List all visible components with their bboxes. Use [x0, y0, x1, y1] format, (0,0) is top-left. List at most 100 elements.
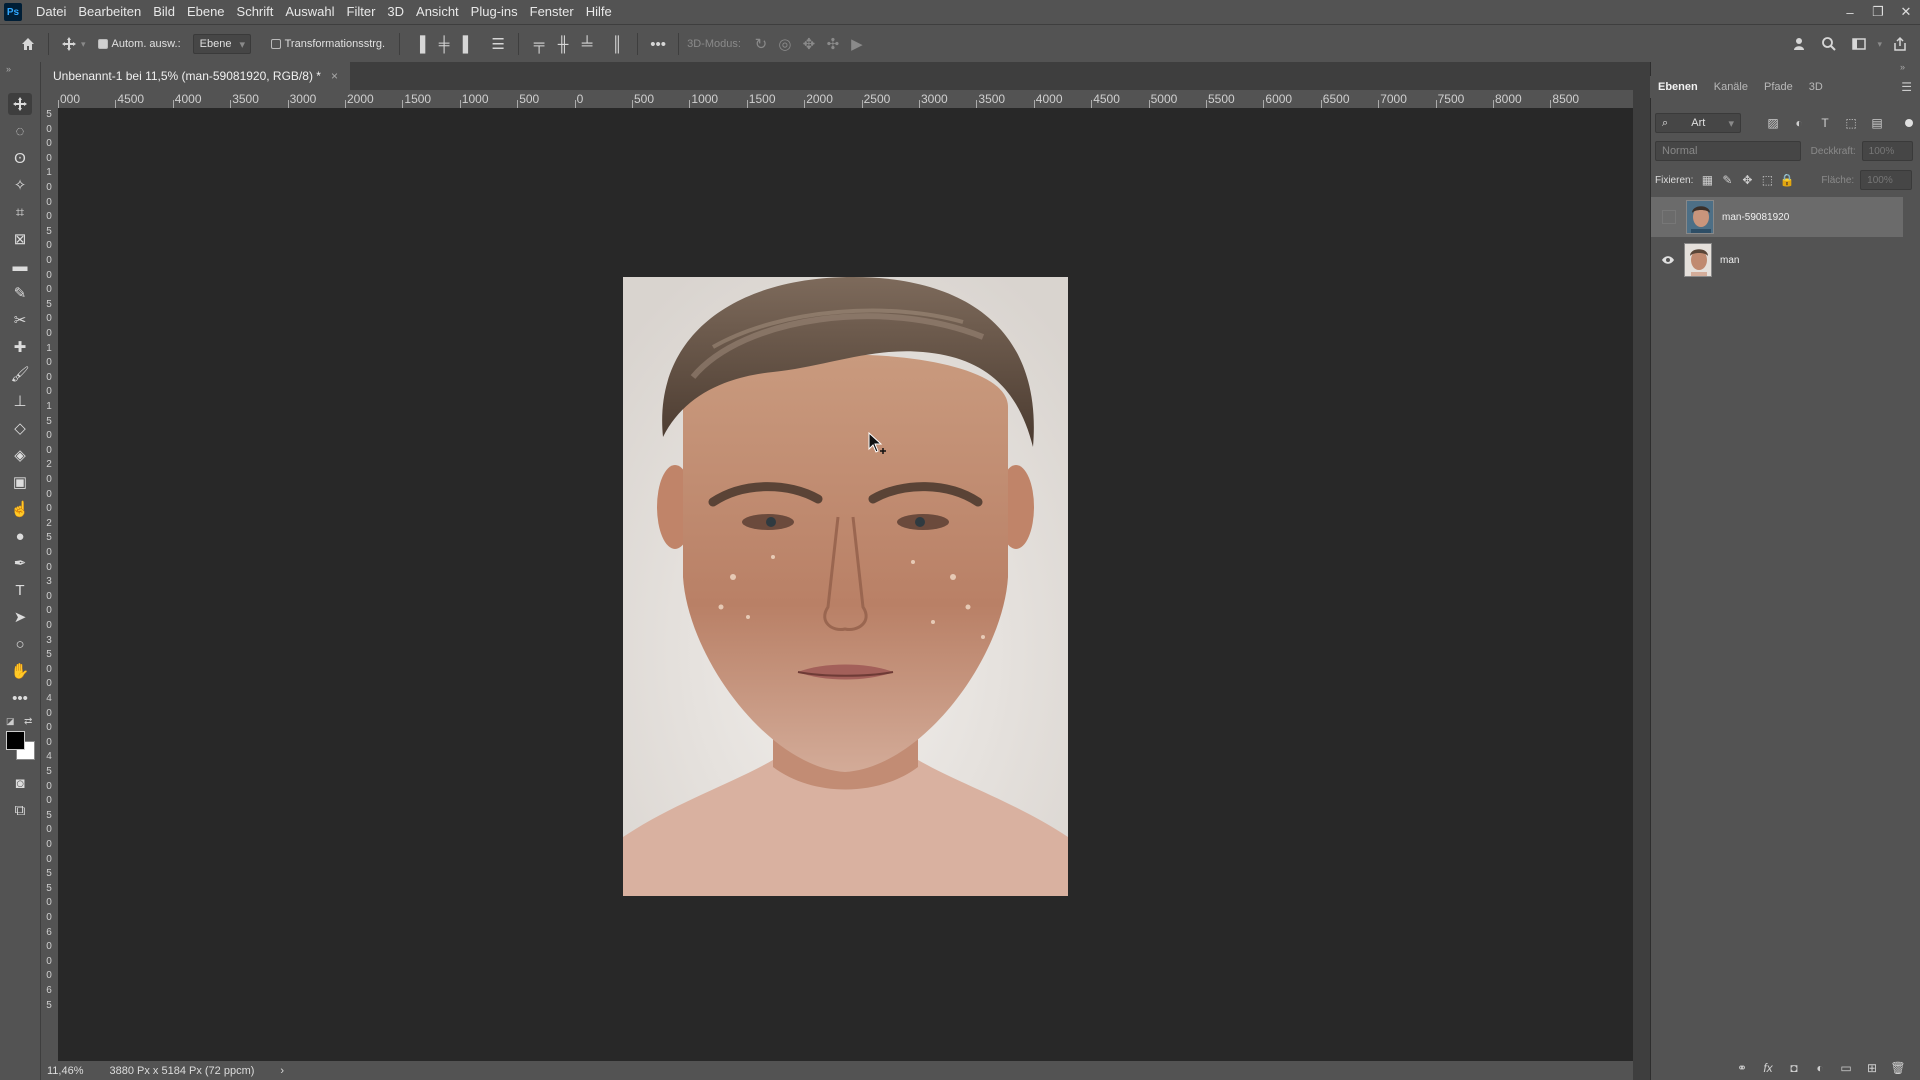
panel-menu-icon[interactable]: ☰: [1901, 80, 1912, 94]
3d-slide-icon[interactable]: ✣: [821, 32, 845, 56]
menu-plugins[interactable]: Plug-ins: [465, 0, 524, 24]
menu-ebene[interactable]: Ebene: [181, 0, 231, 24]
tab-ebenen[interactable]: Ebenen: [1650, 76, 1706, 98]
stamp-tool-icon[interactable]: ⊥: [8, 390, 32, 412]
align-left-icon[interactable]: ▐: [408, 32, 432, 56]
pen-tool-icon[interactable]: ✒: [8, 552, 32, 574]
move-tool-icon[interactable]: [8, 93, 32, 115]
menu-datei[interactable]: Datei: [30, 0, 72, 24]
add-mask-icon[interactable]: ◘: [1784, 1061, 1804, 1075]
lock-position-icon[interactable]: ✥: [1737, 173, 1757, 187]
quick-mask-icon[interactable]: ◙: [8, 772, 32, 794]
menu-3d[interactable]: 3D: [381, 0, 410, 24]
layer-name[interactable]: man: [1720, 255, 1739, 266]
close-tab-icon[interactable]: ×: [331, 69, 338, 83]
tab-pfade[interactable]: Pfade: [1756, 76, 1801, 98]
align-top-icon[interactable]: ╤: [527, 32, 551, 56]
3d-pan-icon[interactable]: ✥: [797, 32, 821, 56]
menu-schrift[interactable]: Schrift: [231, 0, 280, 24]
close-button[interactable]: ✕: [1892, 0, 1920, 24]
eyedropper-tool-icon[interactable]: ✎: [8, 282, 32, 304]
auto-select-checkbox[interactable]: [97, 39, 108, 49]
minimize-button[interactable]: –: [1836, 0, 1864, 24]
filter-kind-dropdown[interactable]: ⌕ Art ▾: [1655, 113, 1741, 133]
align-right-icon[interactable]: ▌: [456, 32, 480, 56]
menu-filter[interactable]: Filter: [341, 0, 382, 24]
move-tool-preset-icon[interactable]: [57, 32, 81, 56]
layer-row-man[interactable]: man: [1651, 240, 1903, 280]
status-arrow-icon[interactable]: ›: [280, 1065, 284, 1077]
eraser-tool-icon[interactable]: ◇: [8, 417, 32, 439]
share-icon[interactable]: [1888, 32, 1912, 56]
type-tool-icon[interactable]: T: [8, 579, 32, 601]
swap-colors-icon[interactable]: ⇄: [24, 716, 32, 727]
menu-ansicht[interactable]: Ansicht: [410, 0, 465, 24]
filter-pixel-icon[interactable]: ▨: [1763, 116, 1783, 130]
foreground-color-swatch[interactable]: [6, 731, 25, 750]
lasso-tool-icon[interactable]: ʘ: [8, 147, 32, 169]
fill-field[interactable]: 100%: [1860, 170, 1913, 190]
panel-collapse-icon[interactable]: »: [1900, 62, 1905, 72]
menu-bearbeiten[interactable]: Bearbeiten: [72, 0, 147, 24]
align-center-h-icon[interactable]: ╪: [432, 32, 456, 56]
magic-wand-tool-icon[interactable]: ✧: [8, 174, 32, 196]
fx-icon[interactable]: fx: [1758, 1061, 1778, 1075]
visibility-toggle-off[interactable]: [1662, 210, 1676, 224]
content-aware-move-icon[interactable]: ✂: [8, 309, 32, 331]
restore-button[interactable]: ❐: [1864, 0, 1892, 24]
filter-type-icon[interactable]: T: [1815, 116, 1835, 130]
toolbar-collapse-icon[interactable]: »: [0, 62, 40, 76]
document-image[interactable]: [623, 277, 1068, 896]
3d-roll-icon[interactable]: ◎: [773, 32, 797, 56]
lock-artboard-icon[interactable]: ⬚: [1757, 173, 1777, 187]
delete-layer-icon[interactable]: 🗑: [1888, 1061, 1908, 1075]
search-icon[interactable]: [1817, 32, 1841, 56]
blend-mode-dropdown[interactable]: Normal: [1655, 141, 1801, 161]
new-group-icon[interactable]: ▭: [1836, 1061, 1856, 1075]
hand-tool-icon[interactable]: ✋: [8, 660, 32, 682]
healing-brush-tool-icon[interactable]: ✚: [8, 336, 32, 358]
horizontal-ruler[interactable]: 000 4500 4000 3500 3000 2000 1500 1000 500 0 500 10…: [58, 90, 1633, 109]
align-bottom-icon[interactable]: ╧: [575, 32, 599, 56]
workspace-icon[interactable]: [1847, 32, 1871, 56]
ruler-tool-icon[interactable]: ▬: [8, 255, 32, 277]
transform-controls-checkbox[interactable]: [270, 39, 281, 49]
filter-toggle-icon[interactable]: [1905, 119, 1913, 127]
filter-shape-icon[interactable]: ⬚: [1841, 116, 1861, 130]
filter-smartobject-icon[interactable]: ▤: [1867, 116, 1887, 130]
menu-hilfe[interactable]: Hilfe: [580, 0, 618, 24]
user-icon[interactable]: [1787, 32, 1811, 56]
layer-row-man-59081920[interactable]: man-59081920: [1651, 197, 1903, 237]
vertical-ruler[interactable]: 5 0 0 0 1 0 0 0 5 0 0 0 0 5 0 0 1 0 0 0 1 5 0 0 2 0 0 0 2 5 0 0 3 0 0 0 3 5 0 0…: [41, 108, 59, 1061]
filter-adjustment-icon[interactable]: ◐: [1789, 116, 1809, 130]
more-options-icon[interactable]: •••: [646, 32, 670, 56]
distribute-v-icon[interactable]: ║: [605, 32, 629, 56]
align-middle-v-icon[interactable]: ╫: [551, 32, 575, 56]
path-selection-tool-icon[interactable]: ➤: [8, 606, 32, 628]
lock-image-icon[interactable]: ✎: [1717, 173, 1737, 187]
new-layer-icon[interactable]: ⊞: [1862, 1061, 1882, 1075]
dodge-tool-icon[interactable]: ●: [8, 525, 32, 547]
tab-kanaele[interactable]: Kanäle: [1706, 76, 1756, 98]
3d-scale-icon[interactable]: ▶: [845, 32, 869, 56]
marquee-tool-icon[interactable]: ◌: [8, 120, 32, 142]
default-colors-icon[interactable]: ◪: [6, 716, 15, 727]
opacity-field[interactable]: 100%: [1861, 141, 1913, 161]
home-icon[interactable]: [16, 32, 40, 56]
brush-tool-icon[interactable]: 🖌: [8, 363, 32, 385]
zoom-level[interactable]: 11,46%: [47, 1065, 84, 1077]
crop-tool-icon[interactable]: ⌗: [8, 201, 32, 223]
layer-name[interactable]: man-59081920: [1722, 212, 1789, 223]
link-layers-icon[interactable]: ⚭: [1732, 1061, 1752, 1075]
gradient-tool-icon[interactable]: ▣: [8, 471, 32, 493]
frame-tool-icon[interactable]: ⊠: [8, 228, 32, 250]
smudge-tool-icon[interactable]: ☝: [8, 498, 32, 520]
more-tools-icon[interactable]: •••: [8, 687, 32, 709]
lock-all-icon[interactable]: 🔒: [1777, 173, 1797, 187]
menu-bild[interactable]: Bild: [147, 0, 181, 24]
distribute-h-icon[interactable]: ☰: [486, 32, 510, 56]
menu-fenster[interactable]: Fenster: [524, 0, 580, 24]
ellipse-tool-icon[interactable]: ○: [8, 633, 32, 655]
preset-chevron-icon[interactable]: ▾: [81, 39, 86, 50]
workspace-chevron-icon[interactable]: ▾: [1877, 39, 1882, 50]
